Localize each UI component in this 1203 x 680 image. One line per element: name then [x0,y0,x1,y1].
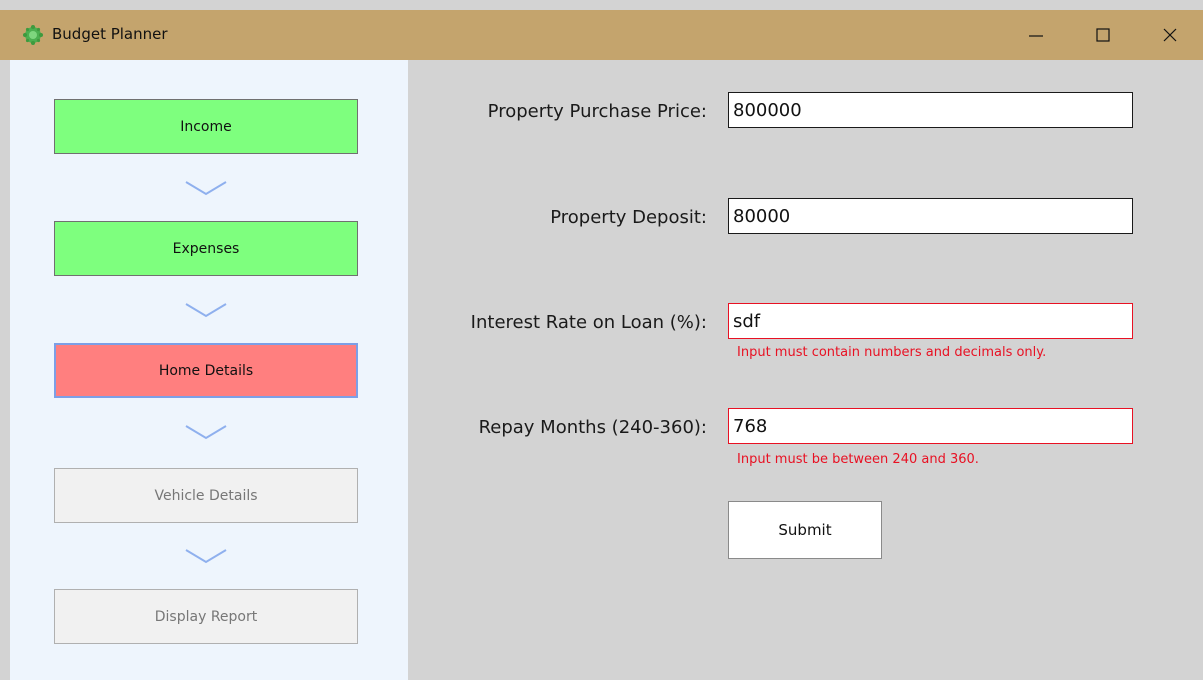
chevron-down-icon [185,303,227,318]
repay-months-error: Input must be between 240 and 360. [737,452,979,467]
minimize-button[interactable] [1006,10,1066,60]
purchase-price-label: Property Purchase Price: [487,101,707,122]
title-bar[interactable]: Budget Planner [0,10,1203,60]
step-expenses-button[interactable]: Expenses [54,221,358,276]
maximize-button[interactable] [1073,10,1133,60]
close-icon [1163,28,1177,42]
app-logo-icon [23,25,43,45]
repay-months-label: Repay Months (240-360): [478,417,707,438]
deposit-label: Property Deposit: [550,207,707,228]
deposit-input[interactable] [728,198,1133,234]
wizard-sidebar: Income Expenses Home Details Vehicle Det… [10,60,408,680]
interest-rate-label: Interest Rate on Loan (%): [470,312,707,333]
step-home-details-button[interactable]: Home Details [54,343,358,398]
chevron-down-icon [185,549,227,564]
maximize-icon [1096,28,1110,42]
close-button[interactable] [1140,10,1200,60]
step-income-button[interactable]: Income [54,99,358,154]
window-title: Budget Planner [52,25,168,43]
chevron-down-icon [185,181,227,196]
app-window: Budget Planner Income Expenses Home Deta… [0,0,1203,680]
step-vehicle-details-button[interactable]: Vehicle Details [54,468,358,523]
minimize-icon [1029,35,1043,37]
chevron-down-icon [185,425,227,440]
interest-rate-input[interactable] [728,303,1133,339]
repay-months-input[interactable] [728,408,1133,444]
interest-rate-error: Input must contain numbers and decimals … [737,345,1047,360]
submit-button[interactable]: Submit [728,501,882,559]
purchase-price-input[interactable] [728,92,1133,128]
step-display-report-button[interactable]: Display Report [54,589,358,644]
